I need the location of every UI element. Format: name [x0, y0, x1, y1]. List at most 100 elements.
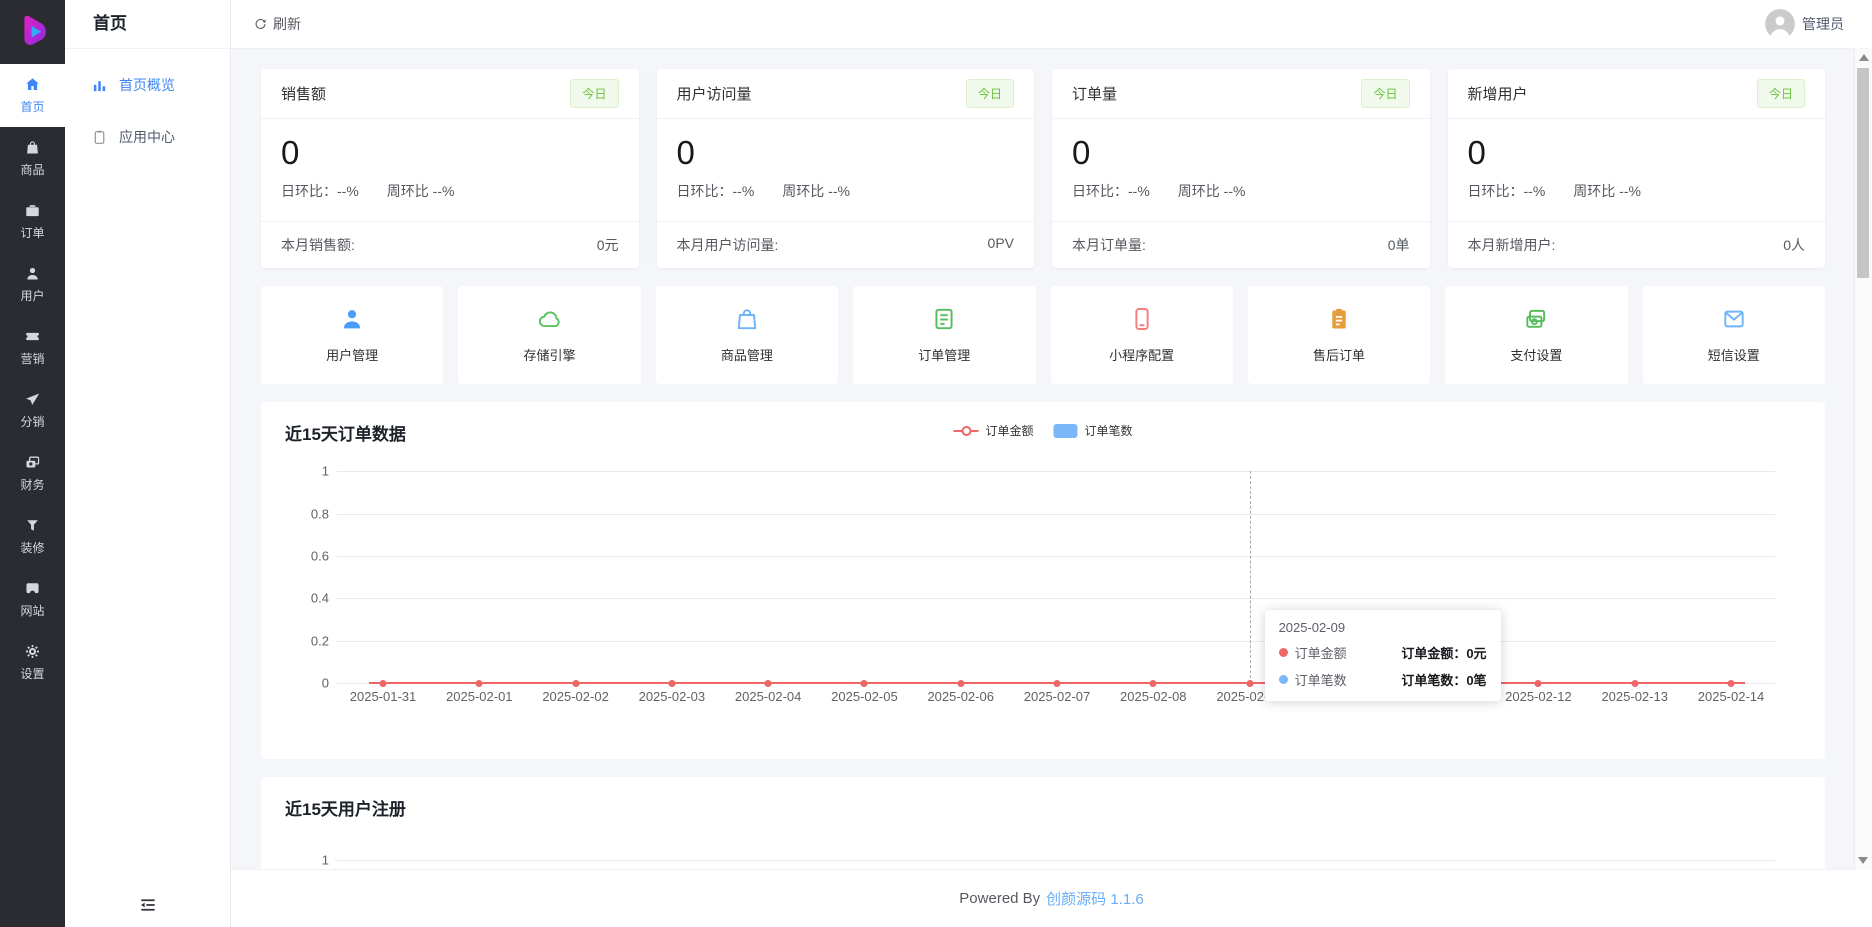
- main-area: 刷新 管理员 销售额今日 0 日环比：--%周环比 --% 本月销售额:0元: [231, 0, 1872, 927]
- x-axis-label: 2025-02-01: [446, 689, 513, 704]
- decoration-icon: [24, 517, 41, 534]
- order-chart-axis: 2025-02-09 订单金额 订单金额：0元 订单笔数 订单笔数：0笔: [337, 471, 1775, 683]
- rail-item-website[interactable]: 网站: [0, 568, 65, 631]
- brand-logo[interactable]: [0, 0, 65, 64]
- quick-action-payment-settings[interactable]: 支付设置: [1445, 286, 1627, 384]
- x-axis-label: 2025-02-06: [927, 689, 994, 704]
- stat-card-orders: 订单量今日 0 日环比：--%周环比 --% 本月订单量:0单: [1052, 69, 1430, 268]
- user-menu[interactable]: 管理员: [1765, 9, 1844, 39]
- rail-item-home[interactable]: 首页: [0, 64, 65, 127]
- orders-icon: [24, 202, 41, 219]
- rail-item-finance[interactable]: 财务: [0, 442, 65, 505]
- y-axis-label: 0.8: [279, 506, 329, 521]
- quick-action-label: 小程序配置: [1109, 345, 1174, 364]
- scroll-down-arrow-icon[interactable]: [1858, 857, 1868, 864]
- data-point-dot[interactable]: [476, 680, 483, 687]
- quick-actions-row: 用户管理 存储引擎 商品管理 订单管理 小程序配置: [261, 286, 1825, 384]
- card-footer-value: 0元: [597, 235, 619, 255]
- card-title: 新增用户: [1468, 83, 1528, 104]
- chart-legend: 订单金额 订单笔数: [953, 422, 1132, 439]
- register-chart[interactable]: 1: [285, 834, 1801, 869]
- quick-action-miniapp-config[interactable]: 小程序配置: [1051, 286, 1233, 384]
- user-manage-icon: [339, 306, 365, 332]
- legend-line-marker: [953, 430, 978, 432]
- rail-item-label: 用户: [20, 287, 44, 304]
- rail-item-label: 商品: [20, 161, 44, 178]
- card-footer-label: 本月新增用户:: [1468, 235, 1556, 255]
- quick-action-sms-settings[interactable]: 短信设置: [1643, 286, 1825, 384]
- legend-bar-marker: [1054, 424, 1078, 438]
- data-point-dot[interactable]: [380, 680, 387, 687]
- tooltip-series-name: 订单笔数: [1295, 670, 1347, 689]
- card-value: 0: [1468, 135, 1806, 171]
- x-axis-label: 2025-02-04: [735, 689, 802, 704]
- order-doc-icon: [931, 306, 957, 332]
- card-title: 订单量: [1072, 83, 1117, 104]
- storage-cloud-icon: [537, 306, 563, 332]
- day-ratio: 日环比：--%: [1468, 181, 1546, 201]
- quick-action-order-manage[interactable]: 订单管理: [853, 286, 1035, 384]
- gridline: [337, 860, 1775, 861]
- x-axis-label: 2025-01-31: [350, 689, 417, 704]
- data-point-dot[interactable]: [765, 680, 772, 687]
- legend-item-order-amount[interactable]: 订单金额: [953, 422, 1033, 439]
- legend-item-order-count[interactable]: 订单笔数: [1054, 422, 1133, 439]
- quick-action-label: 用户管理: [326, 345, 378, 364]
- quick-action-storage[interactable]: 存储引擎: [458, 286, 640, 384]
- quick-action-goods-manage[interactable]: 商品管理: [656, 286, 838, 384]
- sidebar-item-overview[interactable]: 首页概览: [65, 59, 230, 111]
- refresh-label: 刷新: [273, 14, 301, 34]
- data-point-dot[interactable]: [861, 680, 868, 687]
- marketing-icon: [24, 328, 41, 345]
- rail-item-label: 网站: [20, 602, 44, 619]
- week-ratio: 周环比 --%: [1573, 181, 1641, 201]
- refresh-button[interactable]: 刷新: [253, 14, 301, 34]
- sms-envelope-icon: [1721, 306, 1747, 332]
- rail-item-label: 分销: [20, 413, 44, 430]
- data-point-dot[interactable]: [1631, 680, 1638, 687]
- vertical-scrollbar[interactable]: [1854, 48, 1872, 870]
- data-point-dot[interactable]: [1054, 680, 1061, 687]
- tooltip-series-name: 订单金额: [1295, 643, 1347, 662]
- app-center-icon: [91, 129, 108, 146]
- week-ratio: 周环比 --%: [782, 181, 850, 201]
- dashboard-content: 销售额今日 0 日环比：--%周环比 --% 本月销售额:0元 用户访问量今日 …: [231, 49, 1872, 869]
- data-point-dot[interactable]: [1150, 680, 1157, 687]
- avatar: [1765, 9, 1795, 39]
- day-ratio: 日环比：--%: [281, 181, 359, 201]
- data-point-dot[interactable]: [1246, 680, 1253, 687]
- data-point-dot[interactable]: [1728, 680, 1735, 687]
- scrollbar-thumb[interactable]: [1857, 68, 1869, 278]
- x-axis-label: 2025-02-07: [1024, 689, 1091, 704]
- data-point-dot[interactable]: [957, 680, 964, 687]
- data-point-dot[interactable]: [572, 680, 579, 687]
- rail-item-marketing[interactable]: 营销: [0, 316, 65, 379]
- card-footer-label: 本月订单量:: [1072, 235, 1146, 255]
- rail-item-settings[interactable]: 设置: [0, 631, 65, 694]
- sidebar-collapse-button[interactable]: [65, 895, 230, 915]
- quick-action-aftersale-orders[interactable]: 售后订单: [1248, 286, 1430, 384]
- x-axis-label: 2025-02-03: [639, 689, 706, 704]
- rail-item-orders[interactable]: 订单: [0, 190, 65, 253]
- finance-icon: [24, 454, 41, 471]
- rail-item-label: 财务: [20, 476, 44, 493]
- quick-action-user-manage[interactable]: 用户管理: [261, 286, 443, 384]
- order-chart[interactable]: 2025-02-09 订单金额 订单金额：0元 订单笔数 订单笔数：0笔: [285, 459, 1801, 739]
- rail-item-decoration[interactable]: 装修: [0, 505, 65, 568]
- data-point-dot[interactable]: [1535, 680, 1542, 687]
- rail-item-users[interactable]: 用户: [0, 253, 65, 316]
- footer-link[interactable]: 创颜源码 1.1.6: [1046, 888, 1144, 909]
- rail-item-goods[interactable]: 商品: [0, 127, 65, 190]
- admin-dashboard: 首页 商品 订单 用户 营销 分销 财务 装修: [0, 0, 1872, 927]
- data-point-dot[interactable]: [668, 680, 675, 687]
- rail-item-label: 首页: [20, 98, 44, 115]
- stat-card-new-users: 新增用户今日 0 日环比：--%周环比 --% 本月新增用户:0人: [1448, 69, 1826, 268]
- stat-cards-row: 销售额今日 0 日环比：--%周环比 --% 本月销售额:0元 用户访问量今日 …: [261, 69, 1825, 268]
- goods-icon: [24, 139, 41, 156]
- tooltip-date: 2025-02-09: [1279, 620, 1487, 635]
- y-axis-label: 1: [279, 853, 329, 868]
- sidebar-item-app-center[interactable]: 应用中心: [65, 111, 230, 163]
- scroll-up-arrow-icon[interactable]: [1859, 54, 1869, 61]
- rail-item-distribution[interactable]: 分销: [0, 379, 65, 442]
- card-value: 0: [1072, 135, 1410, 171]
